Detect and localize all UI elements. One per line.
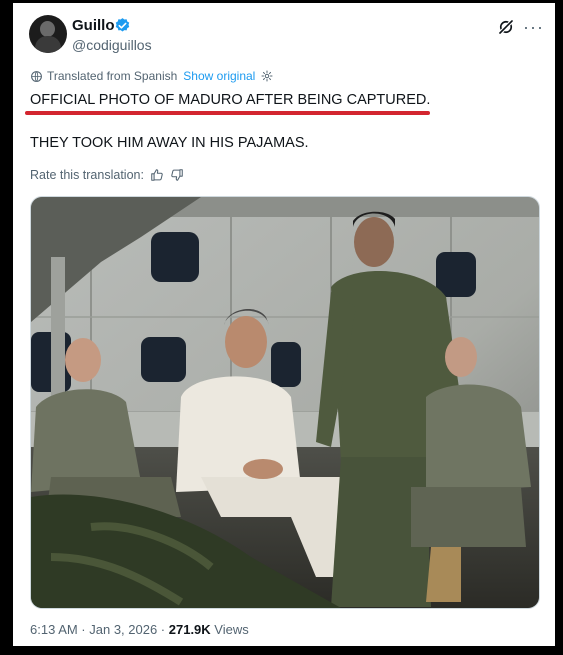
post-meta: 6:13 AM · Jan 3, 2026 · 271.9K Views xyxy=(30,622,249,637)
post-text-line1: OFFICIAL PHOTO OF MADURO AFTER BEING CAP… xyxy=(30,92,431,108)
author-handle[interactable]: @codiguillos xyxy=(72,37,152,53)
post-photo[interactable] xyxy=(30,196,540,609)
thumbs-up-icon[interactable] xyxy=(150,168,164,182)
globe-icon xyxy=(31,70,42,82)
avatar-body-shape xyxy=(35,36,61,53)
timestamp[interactable]: 6:13 AM · Jan 3, 2026 · xyxy=(30,622,169,637)
rate-label: Rate this translation: xyxy=(30,168,144,182)
rate-translation: Rate this translation: xyxy=(30,168,184,182)
views-label: Views xyxy=(210,622,249,637)
gear-icon[interactable] xyxy=(261,70,273,82)
author-name[interactable]: Guillo xyxy=(72,17,115,34)
verified-badge-icon xyxy=(115,18,130,32)
views-count: 271.9K xyxy=(168,622,211,637)
translated-label: Translated from Spanish xyxy=(47,69,178,83)
post-text-line2: THEY TOOK HIM AWAY IN HIS PAJAMAS. xyxy=(30,135,309,151)
show-original-link[interactable]: Show original xyxy=(183,69,255,83)
translation-notice: Translated from Spanish Show original xyxy=(30,69,273,83)
grok-icon[interactable] xyxy=(497,18,515,36)
post-card: Guillo @codiguillos ··· Translated from … xyxy=(13,3,555,646)
thumbs-down-icon[interactable] xyxy=(170,168,184,182)
avatar-head-shape xyxy=(40,21,55,37)
more-icon[interactable]: ··· xyxy=(523,17,544,38)
annotation-underline xyxy=(25,111,430,115)
avatar[interactable] xyxy=(29,15,67,53)
photo-illustration xyxy=(31,197,539,608)
